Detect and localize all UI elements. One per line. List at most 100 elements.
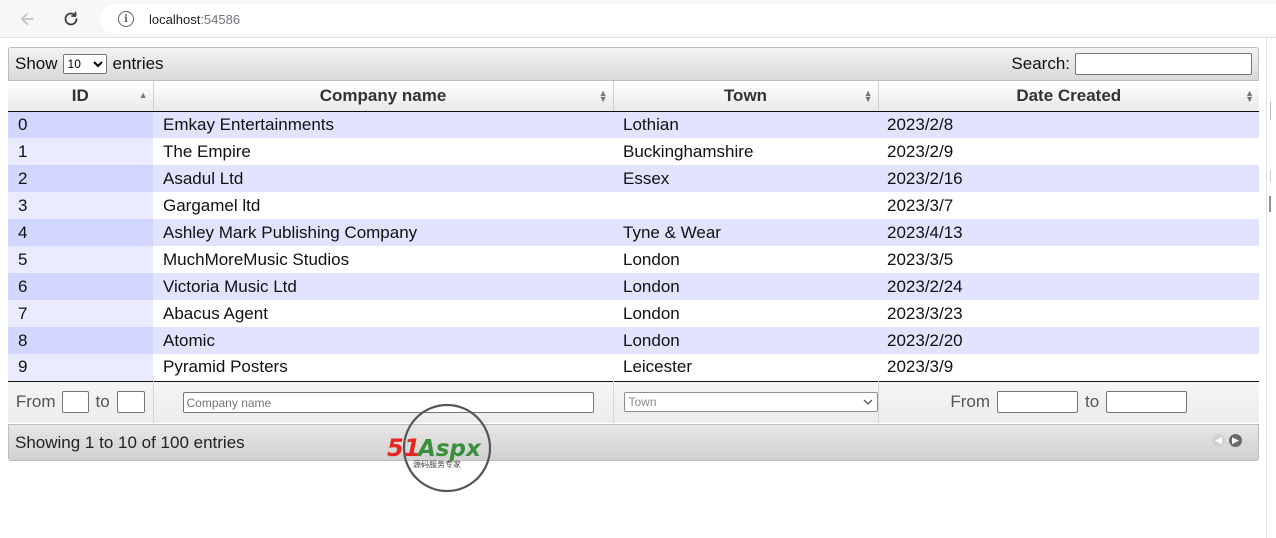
cell-company: Victoria Music Ltd bbox=[153, 273, 613, 300]
cell-id: 3 bbox=[8, 192, 153, 219]
column-header-label: ID bbox=[71, 85, 89, 105]
column-header-label: Town bbox=[723, 85, 768, 105]
cell-id: 6 bbox=[8, 273, 153, 300]
cell-date: 2023/4/13 bbox=[878, 219, 1259, 246]
column-header-date[interactable]: Date Created ▲ ▼ bbox=[878, 81, 1259, 112]
company-filter-cell bbox=[153, 380, 614, 423]
table-row[interactable]: 2 Asadul Ltd Essex 2023/2/16 bbox=[8, 165, 1259, 192]
cell-town: London bbox=[613, 327, 878, 354]
cell-company: Ashley Mark Publishing Company bbox=[153, 219, 613, 246]
column-header-town[interactable]: Town ▲ ▼ bbox=[613, 81, 879, 112]
search-control: Search: bbox=[1011, 53, 1252, 75]
cell-date: 2023/3/9 bbox=[878, 354, 1259, 381]
cell-id: 9 bbox=[8, 354, 153, 381]
cell-town: Buckinghamshire bbox=[613, 138, 878, 165]
column-header-company[interactable]: Company name ▲ ▼ bbox=[153, 81, 614, 112]
cell-id: 5 bbox=[8, 246, 153, 273]
id-from-input[interactable] bbox=[62, 391, 90, 414]
cell-id: 4 bbox=[8, 219, 153, 246]
watermark-logo: 51 Aspx 源码服务专家 bbox=[387, 403, 492, 493]
browser-toolbar: i localhost:54586 bbox=[0, 0, 1276, 38]
url-text: localhost:54586 bbox=[149, 12, 240, 27]
table-row[interactable]: 6 Victoria Music Ltd London 2023/2/24 bbox=[8, 273, 1259, 300]
town-filter-select[interactable]: Town bbox=[623, 392, 878, 413]
table-row[interactable]: 3 Gargamel ltd 2023/3/7 bbox=[8, 192, 1259, 219]
cell-id: 1 bbox=[8, 138, 153, 165]
cell-town: London bbox=[613, 273, 878, 300]
table-row[interactable]: 5 MuchMoreMusic Studios London 2023/3/5 bbox=[8, 246, 1259, 273]
back-button[interactable] bbox=[14, 6, 40, 32]
chevron-down-icon bbox=[863, 399, 872, 406]
next-page-button[interactable]: ▶ bbox=[1229, 434, 1242, 447]
url-port: :54586 bbox=[200, 11, 241, 27]
header-row: ID ▲ Company name ▲ ▼ Town ▲ ▼ Date Created ▲ ▼ bbox=[8, 81, 1259, 112]
entries-select[interactable]: 10 bbox=[62, 54, 107, 74]
watermark-brand-b: Aspx bbox=[416, 436, 482, 462]
cell-id: 0 bbox=[8, 111, 153, 138]
cell-company: MuchMoreMusic Studios bbox=[153, 246, 613, 273]
cell-town: Lothian bbox=[613, 111, 878, 138]
cell-company: Abacus Agent bbox=[153, 300, 613, 327]
date-range-filter: From to bbox=[878, 380, 1259, 423]
site-info-icon[interactable]: i bbox=[118, 11, 134, 27]
cell-company: Atomic bbox=[153, 327, 613, 354]
id-range-filter: From to bbox=[8, 380, 154, 423]
watermark-tagline: 源码服务专家 bbox=[413, 459, 461, 469]
sort-both-icon: ▲ ▼ bbox=[863, 88, 873, 104]
address-bar[interactable]: i localhost:54586 bbox=[100, 4, 1276, 34]
cell-town: Essex bbox=[613, 165, 878, 192]
from-label: From bbox=[950, 392, 990, 412]
cell-date: 2023/3/23 bbox=[878, 300, 1259, 327]
sort-ascending-icon: ▲ bbox=[138, 90, 148, 100]
date-from-input[interactable] bbox=[996, 391, 1078, 414]
arrow-left-icon: ◀ bbox=[1215, 435, 1222, 445]
table-row[interactable]: 4 Ashley Mark Publishing Company Tyne & … bbox=[8, 219, 1259, 246]
column-header-label: Company name bbox=[319, 85, 447, 105]
previous-page-button[interactable]: ◀ bbox=[1212, 434, 1225, 447]
reload-button[interactable] bbox=[58, 6, 84, 32]
table-row[interactable]: 0 Emkay Entertainments Lothian 2023/2/8 bbox=[8, 111, 1259, 138]
town-filter-cell: Town bbox=[613, 380, 879, 423]
column-header-label: Date Created bbox=[1016, 85, 1122, 105]
table-row[interactable]: 1 The Empire Buckinghamshire 2023/2/9 bbox=[8, 138, 1259, 165]
cell-date: 2023/2/24 bbox=[878, 273, 1259, 300]
cell-date: 2023/2/8 bbox=[878, 111, 1259, 138]
search-label: Search: bbox=[1011, 54, 1070, 73]
side-panel-edge bbox=[1266, 38, 1276, 538]
cell-town bbox=[613, 192, 878, 219]
cell-date: 2023/2/9 bbox=[878, 138, 1259, 165]
table-body: 0 Emkay Entertainments Lothian 2023/2/8 … bbox=[8, 111, 1259, 381]
cell-town: London bbox=[613, 246, 878, 273]
length-control: Show 10 entries bbox=[15, 54, 164, 74]
cell-company: Asadul Ltd bbox=[153, 165, 613, 192]
cell-date: 2023/3/5 bbox=[878, 246, 1259, 273]
sort-both-icon: ▲ ▼ bbox=[1245, 88, 1254, 104]
cell-company: Pyramid Posters bbox=[153, 354, 613, 381]
column-header-id[interactable]: ID ▲ bbox=[8, 81, 154, 112]
data-table: ID ▲ Company name ▲ ▼ Town ▲ ▼ Date Created ▲ ▼… bbox=[8, 81, 1259, 423]
table-info: Showing 1 to 10 of 100 entries bbox=[15, 433, 245, 452]
town-filter-value: Town bbox=[628, 395, 657, 410]
to-label: to bbox=[1084, 392, 1100, 412]
cell-id: 8 bbox=[8, 327, 153, 354]
search-input[interactable] bbox=[1075, 53, 1252, 75]
to-label: to bbox=[95, 392, 110, 412]
cell-id: 7 bbox=[8, 300, 153, 327]
cell-town: Tyne & Wear bbox=[613, 219, 878, 246]
cell-company: Gargamel ltd bbox=[153, 192, 613, 219]
id-to-input[interactable] bbox=[116, 391, 145, 414]
entries-label: entries bbox=[112, 54, 164, 73]
cell-company: The Empire bbox=[153, 138, 613, 165]
table-row[interactable]: 7 Abacus Agent London 2023/3/23 bbox=[8, 300, 1259, 327]
table-row[interactable]: 8 Atomic London 2023/2/20 bbox=[8, 327, 1259, 354]
from-label: From bbox=[15, 392, 56, 412]
table-header-bar: Show 10 entries Search: bbox=[8, 47, 1259, 81]
cell-date: 2023/2/20 bbox=[878, 327, 1259, 354]
cell-town: London bbox=[613, 300, 878, 327]
cell-date: 2023/3/7 bbox=[878, 192, 1259, 219]
arrow-left-icon bbox=[21, 13, 34, 25]
filter-row: From to Town Fro bbox=[8, 380, 1259, 423]
date-to-input[interactable] bbox=[1106, 391, 1188, 414]
table-row[interactable]: 9 Pyramid Posters Leicester 2023/3/9 bbox=[8, 354, 1259, 381]
datatable: Show 10 entries Search: ID ▲ Company name… bbox=[8, 47, 1259, 461]
